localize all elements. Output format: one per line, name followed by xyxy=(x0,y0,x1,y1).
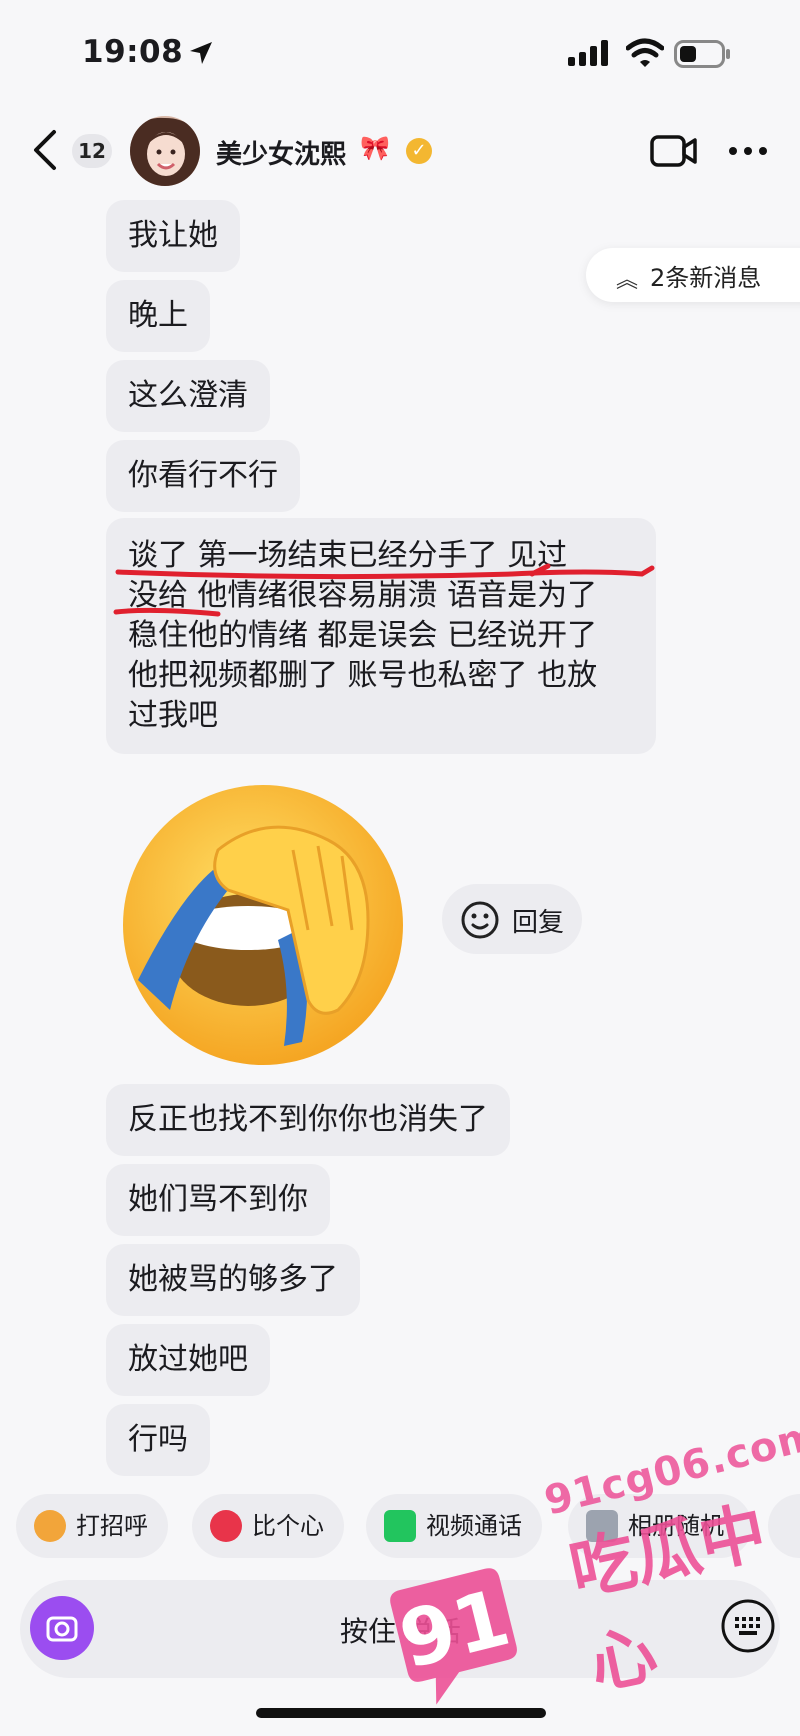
reply-label: 回复 xyxy=(512,908,565,938)
watermark-logo: 91 xyxy=(390,1568,518,1705)
camera-icon xyxy=(46,1616,78,1642)
smiley-icon xyxy=(461,901,499,939)
video-call-icon xyxy=(384,1510,416,1542)
back-chevron-icon[interactable] xyxy=(30,128,60,172)
message-bubble[interactable]: 我让她 xyxy=(106,200,240,272)
smile-wave-icon xyxy=(34,1510,66,1542)
bow-emoji-icon: 🎀 xyxy=(360,134,390,162)
message-bubble[interactable]: 你看行不行 xyxy=(106,440,300,512)
message-bubble[interactable]: 反正也找不到你你也消失了 xyxy=(106,1084,510,1156)
message-bubble[interactable]: 行吗 xyxy=(106,1404,210,1476)
quick-action-video-call[interactable]: 视频通话 xyxy=(366,1494,542,1558)
quick-action-label: 比个心 xyxy=(252,1512,324,1540)
message-bubble[interactable]: 这么澄清 xyxy=(106,360,270,432)
double-chevron-up-icon: ︽ xyxy=(616,268,639,293)
message-bubble[interactable]: 她们骂不到你 xyxy=(106,1164,330,1236)
heart-icon xyxy=(210,1510,242,1542)
video-call-icon[interactable] xyxy=(650,134,698,168)
status-time: 19:08 xyxy=(82,34,184,70)
unread-count-badge[interactable]: 12 xyxy=(72,134,112,168)
more-options-icon[interactable] xyxy=(728,146,768,156)
red-underline-annotation xyxy=(113,563,655,617)
message-bubble[interactable]: 放过她吧 xyxy=(106,1324,270,1396)
quick-action-greet[interactable]: 打招呼 xyxy=(16,1494,168,1558)
message-bubble[interactable]: 晚上 xyxy=(106,280,210,352)
contact-avatar[interactable] xyxy=(130,116,200,186)
message-bubble[interactable]: 她被骂的够多了 xyxy=(106,1244,360,1316)
wifi-icon xyxy=(626,38,664,67)
location-arrow-icon xyxy=(190,42,212,64)
facepalm-emoji-sticker[interactable] xyxy=(118,780,408,1070)
verified-badge-icon: ✓ xyxy=(406,138,432,164)
camera-button[interactable] xyxy=(30,1596,94,1660)
quick-action-label: 视频通话 xyxy=(426,1512,522,1540)
quick-action-label: 打招呼 xyxy=(76,1512,148,1540)
message-bubble-long[interactable]: 谈了 第一场结束已经分手了 见过 没给 他情绪很容易崩溃 语音是为了 稳住他的情… xyxy=(106,518,656,754)
quick-action-heart[interactable]: 比个心 xyxy=(192,1494,344,1558)
new-messages-label: 2条新消息 xyxy=(650,264,762,292)
cellular-signal-icon xyxy=(568,40,608,66)
battery-icon xyxy=(674,40,730,68)
contact-name: 美少女沈熙 xyxy=(216,140,347,170)
